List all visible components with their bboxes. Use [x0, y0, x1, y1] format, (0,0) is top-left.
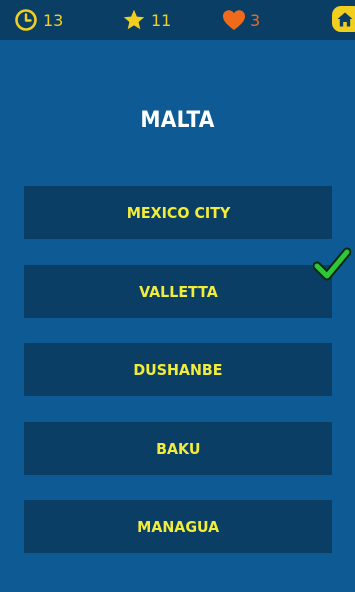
- heart-icon: [223, 10, 245, 30]
- clock-icon: [15, 9, 37, 31]
- lives-value: 3: [250, 10, 261, 30]
- answer-label: DUSHANBE: [133, 360, 223, 379]
- answer-label: MEXICO CITY: [126, 203, 230, 222]
- answer-option[interactable]: MANAGUA: [24, 500, 332, 553]
- answer-option[interactable]: DUSHANBE: [24, 343, 332, 396]
- stars-counter: 11: [122, 8, 171, 32]
- answer-option[interactable]: BAKU: [24, 422, 332, 475]
- answer-label: BAKU: [155, 439, 201, 458]
- answer-option-correct[interactable]: VALLETTA: [24, 265, 332, 318]
- question-country: MALTA: [140, 108, 215, 133]
- star-icon: [123, 9, 145, 30]
- answer-label: VALLETTA: [138, 282, 218, 301]
- answer-label: MANAGUA: [136, 517, 220, 536]
- timer-value: 13: [43, 10, 64, 30]
- timer: 13: [14, 8, 63, 32]
- home-icon: [337, 12, 353, 26]
- home-button[interactable]: [332, 6, 355, 32]
- checkmark-icon: [313, 247, 351, 281]
- answer-option[interactable]: MEXICO CITY: [24, 186, 332, 239]
- lives-counter: 3: [222, 8, 260, 32]
- stars-value: 11: [151, 10, 172, 30]
- status-bar: 13 11 3: [0, 0, 355, 40]
